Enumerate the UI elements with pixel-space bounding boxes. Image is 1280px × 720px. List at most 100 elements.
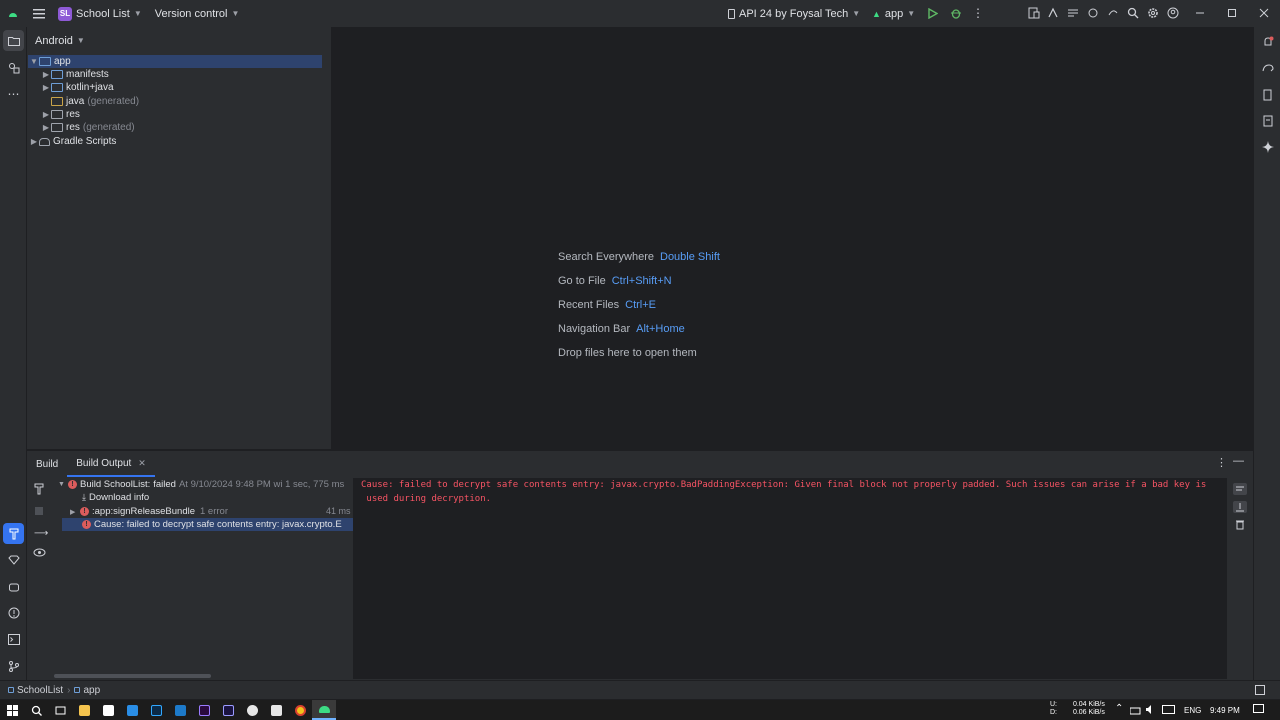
sign-release-bundle-row[interactable]: ▶ ! :app:signReleaseBundle 1 error xyxy=(70,505,228,518)
search-icon[interactable] xyxy=(1123,3,1143,23)
logcat-tool-button[interactable] xyxy=(3,576,24,597)
eye-icon[interactable] xyxy=(33,546,46,560)
hint-recent-files: Recent Files Ctrl+E xyxy=(558,299,656,311)
build-tool-button[interactable] xyxy=(3,523,24,544)
after-effects-icon[interactable] xyxy=(216,700,240,720)
device-manager-panel-button[interactable] xyxy=(1257,84,1278,105)
app-icon[interactable] xyxy=(264,700,288,720)
notifications-button[interactable] xyxy=(1257,31,1278,52)
hint-drop-files: Drop files here to open them xyxy=(558,347,697,359)
notification-center-icon[interactable] xyxy=(1253,704,1264,717)
pin-icon[interactable]: ⟶ xyxy=(34,528,48,539)
settings-gear-icon[interactable] xyxy=(1143,3,1163,23)
clock[interactable]: 9:49 PM xyxy=(1210,706,1240,715)
keyboard-icon[interactable] xyxy=(1162,705,1175,716)
tree-node-gradle-scripts[interactable]: ▶ Gradle Scripts xyxy=(29,135,116,148)
device-manager-icon[interactable] xyxy=(1024,3,1044,23)
resource-manager-button[interactable] xyxy=(3,57,24,78)
photoshop-icon[interactable] xyxy=(144,700,168,720)
tree-node-kotlin-java[interactable]: ▶ kotlin+java xyxy=(41,81,114,94)
shapes-icon xyxy=(8,62,19,73)
tree-node-manifests[interactable]: ▶ manifests xyxy=(41,68,109,81)
close-tab-icon[interactable]: ✕ xyxy=(138,458,146,469)
gemini-button[interactable] xyxy=(1257,136,1278,157)
hide-panel-icon[interactable]: — xyxy=(1233,455,1244,467)
layout-inspector-icon[interactable] xyxy=(1063,3,1083,23)
horizontal-scrollbar[interactable] xyxy=(54,674,211,678)
build-tree: ▼ ! Build SchoolList: failed At 9/10/202… xyxy=(54,478,380,679)
vscode-icon[interactable] xyxy=(120,700,144,720)
bell-icon xyxy=(1264,36,1273,45)
output-line: used during decryption. xyxy=(361,494,492,504)
folder-icon xyxy=(7,36,20,46)
sdk-manager-icon[interactable] xyxy=(1043,3,1063,23)
more-tool-windows-button[interactable]: ⋯ xyxy=(3,83,24,104)
minimize-icon[interactable] xyxy=(1190,3,1210,23)
windows-start-icon[interactable] xyxy=(0,700,24,720)
tab-build[interactable]: Build xyxy=(27,459,67,470)
net-down-label: D: xyxy=(1050,709,1057,716)
chrome-icon[interactable] xyxy=(288,700,312,720)
project-view-selector[interactable]: Android ▼ xyxy=(27,27,331,54)
device-explorer-button[interactable] xyxy=(1257,110,1278,131)
tree-node-res[interactable]: ▶ res xyxy=(41,108,80,121)
build-output-console[interactable]: Cause: failed to decrypt safe contents e… xyxy=(353,478,1227,679)
build-hammer-icon[interactable] xyxy=(34,483,46,495)
build-tool-window: Build Build Output ✕ ⋮ — ⟶ ▼ ! Build Sch… xyxy=(27,450,1253,680)
vcs-menu[interactable]: Version control ▼ xyxy=(155,0,240,27)
file-explorer-icon[interactable] xyxy=(72,700,96,720)
app-inspection-icon[interactable] xyxy=(1083,3,1103,23)
gradle-tool-button[interactable] xyxy=(3,549,24,570)
maximize-icon[interactable] xyxy=(1222,3,1242,23)
more-actions-icon[interactable]: ⋮ xyxy=(968,3,988,23)
debug-icon[interactable] xyxy=(946,3,966,23)
breadcrumb-module[interactable]: app xyxy=(83,685,100,696)
run-icon[interactable] xyxy=(923,3,943,23)
project-tool-button[interactable] xyxy=(3,30,24,51)
git-branch-icon xyxy=(8,660,19,672)
tray-chevron-up-icon[interactable]: ⌃ xyxy=(1115,703,1123,714)
build-root-row[interactable]: ▼ ! Build SchoolList: failed At 9/10/202… xyxy=(58,478,344,491)
module-icon xyxy=(74,687,81,693)
cause-row[interactable]: ! Cause: failed to decrypt safe contents… xyxy=(82,518,342,531)
layout-toggle-icon[interactable] xyxy=(1255,685,1265,695)
windows-taskbar: U: 0.04 KiB/s D: 0.06 KiB/s ⌃ ENG 9:49 P… xyxy=(0,700,1280,720)
tree-node-label: res xyxy=(66,109,80,120)
app-icon[interactable] xyxy=(168,700,192,720)
main-menu-icon[interactable] xyxy=(29,4,49,24)
stop-icon[interactable] xyxy=(35,507,43,515)
app-icon[interactable] xyxy=(96,700,120,720)
sync-gradle-icon[interactable] xyxy=(1103,3,1123,23)
error-icon: ! xyxy=(82,520,91,529)
project-badge: SL xyxy=(58,6,72,21)
search-icon[interactable] xyxy=(24,700,48,720)
project-switcher[interactable]: SL School List ▼ xyxy=(58,0,142,27)
gradle-panel-button[interactable] xyxy=(1257,57,1278,78)
terminal-tool-button[interactable] xyxy=(3,629,24,650)
app-icon[interactable] xyxy=(240,700,264,720)
tab-build-output[interactable]: Build Output ✕ xyxy=(67,451,155,477)
android-icon: ▲ xyxy=(872,8,881,19)
device-selector[interactable]: API 24 by Foysal Tech ▼ xyxy=(728,0,860,27)
download-info-row[interactable]: ⤓ Download info xyxy=(82,491,149,504)
problems-tool-button[interactable] xyxy=(3,602,24,623)
premiere-icon[interactable] xyxy=(192,700,216,720)
wifi-icon[interactable] xyxy=(1129,705,1141,717)
language-indicator[interactable]: ENG xyxy=(1184,706,1201,715)
scroll-to-end-icon[interactable] xyxy=(1233,501,1247,513)
tree-node-res-generated[interactable]: ▶ res (generated) xyxy=(41,121,135,134)
build-root-label: Build SchoolList: xyxy=(80,479,151,490)
clear-all-icon[interactable] xyxy=(1235,519,1245,533)
task-view-icon[interactable] xyxy=(48,700,72,720)
run-config-selector[interactable]: ▲ app ▼ xyxy=(872,0,915,27)
tree-node-java-generated[interactable]: java (generated) xyxy=(51,95,139,108)
android-studio-icon[interactable] xyxy=(312,700,336,720)
soft-wrap-icon[interactable] xyxy=(1233,483,1247,495)
breadcrumb-project[interactable]: SchoolList xyxy=(17,685,63,696)
more-options-icon[interactable]: ⋮ xyxy=(1216,456,1227,469)
close-window-icon[interactable] xyxy=(1254,3,1274,23)
account-icon[interactable] xyxy=(1163,3,1183,23)
version-control-tool-button[interactable] xyxy=(3,655,24,676)
tree-node-app[interactable]: ▼ app xyxy=(29,55,71,68)
volume-icon[interactable] xyxy=(1145,704,1156,717)
